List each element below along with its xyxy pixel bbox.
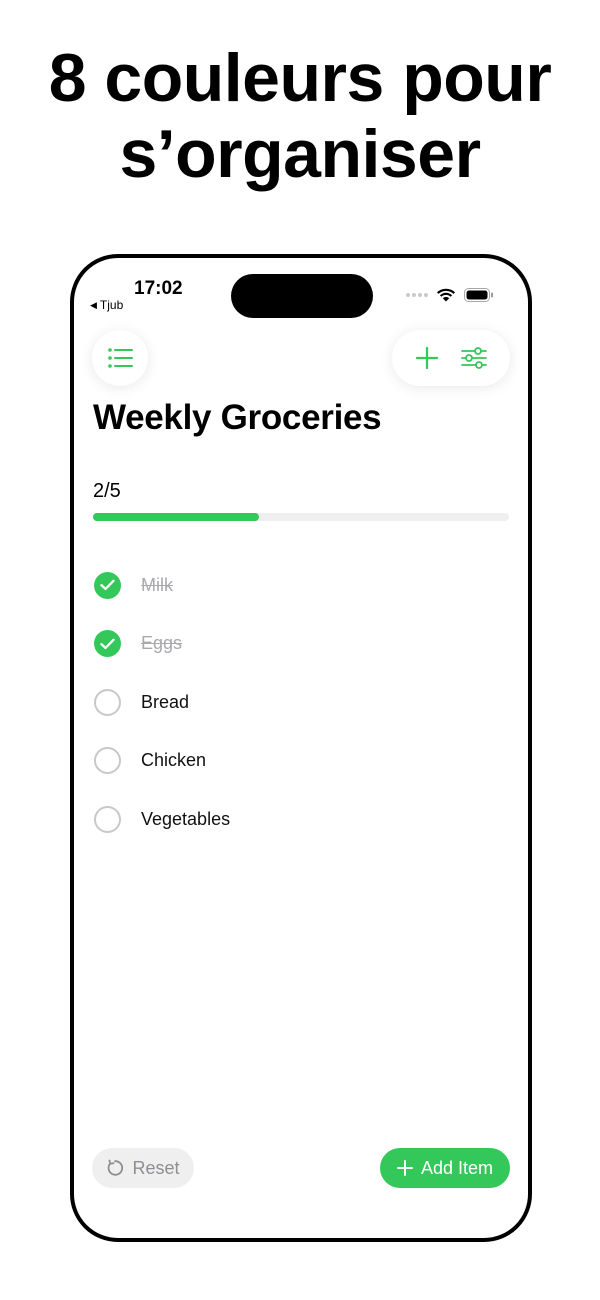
list-item[interactable]: Milk (94, 556, 510, 615)
battery-icon (464, 288, 493, 302)
list-item[interactable]: Bread (94, 673, 510, 732)
plus-icon (415, 346, 439, 370)
reset-button[interactable]: Reset (92, 1148, 194, 1188)
progress-bar (93, 513, 509, 521)
reset-label: Reset (132, 1157, 180, 1178)
grocery-list: Milk Eggs Bread Chicken Vegetables (94, 556, 510, 849)
list-title: Weekly Groceries (93, 398, 382, 437)
sliders-icon (461, 347, 487, 369)
unchecked-circle-icon[interactable] (94, 688, 121, 716)
toolbar-actions (392, 330, 510, 386)
list-item[interactable]: Chicken (94, 732, 510, 791)
list-icon (108, 348, 133, 368)
plus-icon (396, 1160, 413, 1176)
unchecked-circle-icon[interactable] (94, 805, 121, 833)
list-item[interactable]: Eggs (94, 615, 510, 674)
back-app-label: Tjub (99, 298, 124, 312)
progress-count: 2/5 (93, 480, 121, 502)
checkmark-icon (100, 579, 115, 591)
dynamic-island (231, 274, 373, 318)
add-list-button[interactable] (415, 346, 439, 370)
list-item-label: Milk (141, 574, 173, 595)
checked-circle-icon[interactable] (94, 571, 121, 599)
checkmark-icon (100, 638, 115, 649)
back-to-app-link[interactable]: ◀ Tjub (90, 298, 123, 312)
unchecked-circle-icon[interactable] (94, 747, 121, 775)
list-item[interactable]: Vegetables (94, 790, 510, 849)
reset-icon (108, 1159, 124, 1176)
wifi-icon (437, 288, 455, 302)
promo-headline: 8 couleurs pour s’organiser (0, 40, 600, 192)
status-time: 17:02 (134, 278, 183, 299)
list-item-label: Vegetables (141, 808, 231, 829)
list-item-label: Chicken (141, 750, 207, 771)
add-item-label: Add Item (420, 1157, 494, 1178)
back-triangle-icon: ◀ (90, 299, 97, 310)
list-item-label: Eggs (141, 633, 183, 654)
headline-line-2: s’organiser (119, 116, 481, 192)
list-item-label: Bread (141, 691, 190, 712)
headline-line-1: 8 couleurs pour (48, 40, 552, 116)
progress-bar-fill (93, 513, 260, 521)
cellular-signal-icon (406, 293, 428, 297)
status-indicators (406, 288, 494, 302)
lists-menu-button[interactable] (92, 330, 148, 386)
add-item-button[interactable]: Add Item (380, 1148, 510, 1188)
settings-filter-button[interactable] (461, 346, 487, 370)
checked-circle-icon[interactable] (94, 630, 121, 658)
phone-frame: 17:02 ◀ Tjub Weekly Groceries 2/5 Milk E… (70, 254, 532, 1242)
